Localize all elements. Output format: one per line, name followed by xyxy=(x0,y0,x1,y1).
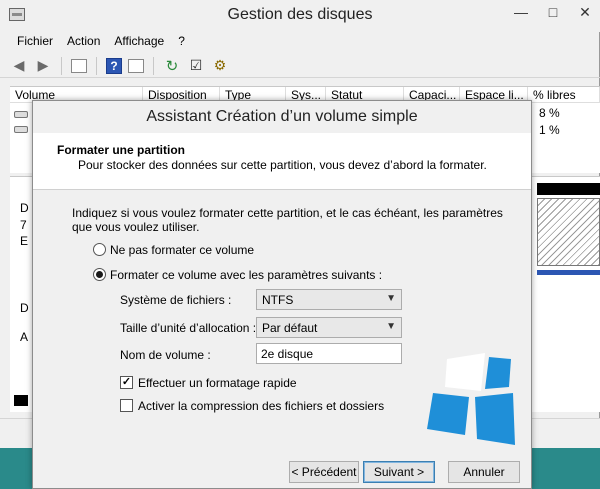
volume-percent-free: 1 % xyxy=(539,123,560,137)
disk-settings-icon[interactable]: ⚙ xyxy=(211,57,229,75)
volume-drive-icon xyxy=(14,126,28,133)
legend-unallocated-swatch xyxy=(14,395,28,406)
unallocated-bar xyxy=(537,183,600,195)
forward-arrow-icon[interactable]: ▶ xyxy=(34,57,52,75)
menu-help[interactable]: ? xyxy=(171,32,192,52)
filesystem-value: NTFS xyxy=(262,293,294,307)
dialog-titlebar: Assistant Création d’un volume simple xyxy=(33,101,531,133)
close-icon[interactable]: ✕ xyxy=(576,4,594,21)
disk-label-fragment: 7 xyxy=(20,218,27,232)
disk-label-fragment: A xyxy=(20,330,29,344)
wizard-step-subtitle: Pour stocker des données sur cette parti… xyxy=(78,158,487,172)
watermark-pane-right xyxy=(475,393,515,445)
help-icon[interactable]: ? xyxy=(106,57,122,74)
chevron-down-icon: ▼ xyxy=(386,321,396,332)
menu-affichage[interactable]: Affichage xyxy=(107,32,171,52)
filesystem-select[interactable]: NTFS ▼ xyxy=(256,289,402,310)
watermark-pane-left xyxy=(427,393,469,435)
quick-format-checkbox[interactable]: ✓ xyxy=(120,376,133,389)
window-title: Gestion des disques xyxy=(227,6,373,23)
filesystem-label: Système de fichiers : xyxy=(120,293,232,307)
previous-button[interactable]: < Précédent xyxy=(289,461,359,483)
volume-percent-free: 8 % xyxy=(539,106,560,120)
compression-label[interactable]: Activer la compression des fichiers et d… xyxy=(138,399,384,413)
format-label[interactable]: Formater ce volume avec les paramètres s… xyxy=(110,268,382,282)
new-simple-volume-wizard: Assistant Création d’un volume simple Fo… xyxy=(32,100,532,489)
wizard-header: Formater une partition Pour stocker des … xyxy=(33,133,531,190)
toolbar-divider xyxy=(61,56,62,75)
console-tree-icon[interactable] xyxy=(71,58,87,73)
menu-bar: Fichier Action Affichage ? xyxy=(0,32,600,52)
toolbar: ◀ ▶ ? ↻ ☑ ⚙ xyxy=(0,54,600,78)
toolbar-divider xyxy=(96,56,97,75)
watermark-pane-top xyxy=(445,353,485,391)
partition-bar xyxy=(537,270,600,275)
format-radio[interactable] xyxy=(93,268,106,281)
allocation-unit-value: Par défaut xyxy=(262,321,318,335)
dialog-title: Assistant Création d’un volume simple xyxy=(146,108,418,125)
allocation-unit-label: Taille d’unité d’allocation : xyxy=(120,321,257,335)
column-percent-free[interactable]: % libres xyxy=(528,87,600,102)
wizard-step-title: Formater une partition xyxy=(57,143,186,157)
volume-name-input[interactable]: 2e disque xyxy=(256,343,402,364)
cancel-button[interactable]: Annuler xyxy=(448,461,520,483)
wizard-instructions: Indiquez si vous voulez formater cette p… xyxy=(72,206,503,234)
disk-label-fragment: D xyxy=(20,301,29,315)
no-format-radio[interactable] xyxy=(93,243,106,256)
back-arrow-icon[interactable]: ◀ xyxy=(10,57,28,75)
properties-icon[interactable] xyxy=(128,58,144,73)
menu-action[interactable]: Action xyxy=(60,32,107,52)
toolbar-divider xyxy=(153,56,154,75)
volume-name-label: Nom de volume : xyxy=(120,348,211,362)
minimize-icon[interactable]: — xyxy=(512,4,530,21)
maximize-icon[interactable]: □ xyxy=(544,4,562,21)
chevron-down-icon: ▼ xyxy=(386,293,396,304)
window-titlebar: Gestion des disques — □ ✕ xyxy=(0,0,600,32)
disk-label-fragment: E xyxy=(20,234,29,248)
compression-checkbox[interactable] xyxy=(120,399,133,412)
windows-logo-watermark xyxy=(427,353,515,445)
disk-label-fragment: D xyxy=(20,201,29,215)
menu-fichier[interactable]: Fichier xyxy=(10,32,60,52)
volume-drive-icon xyxy=(14,111,28,118)
partition-hatched-block[interactable] xyxy=(537,198,600,266)
watermark-pane-corner xyxy=(485,357,511,389)
checklist-icon[interactable]: ☑ xyxy=(187,57,205,75)
next-button[interactable]: Suivant > xyxy=(363,461,435,483)
quick-format-label[interactable]: Effectuer un formatage rapide xyxy=(138,376,297,390)
refresh-icon[interactable]: ↻ xyxy=(163,57,181,75)
allocation-unit-select[interactable]: Par défaut ▼ xyxy=(256,317,402,338)
no-format-label[interactable]: Ne pas formater ce volume xyxy=(110,243,254,257)
